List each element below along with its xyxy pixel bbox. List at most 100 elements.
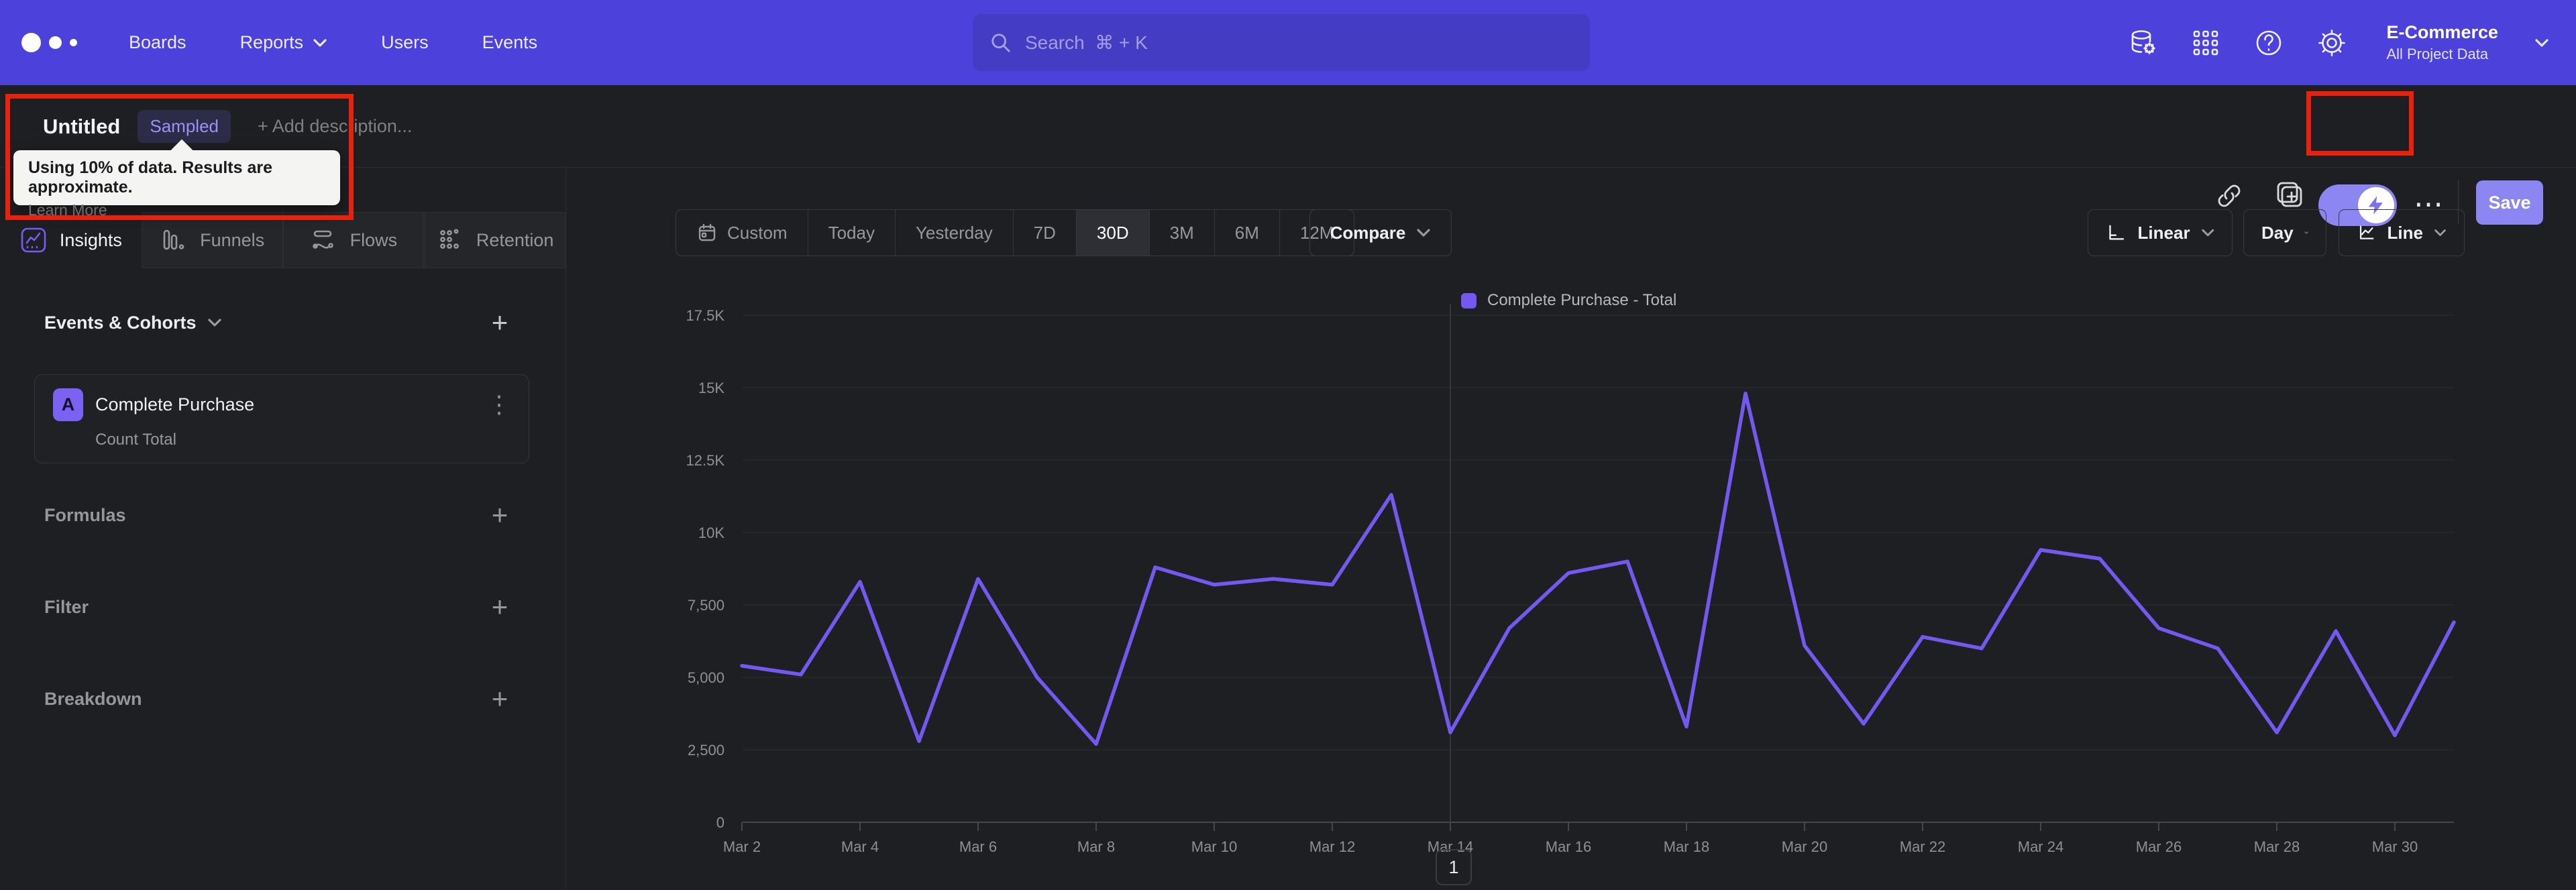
chevron-down-icon <box>2434 229 2446 236</box>
apps-grid-icon[interactable] <box>2190 27 2221 58</box>
nav-item-events[interactable]: Events <box>482 32 538 53</box>
range-custom[interactable]: Custom <box>676 210 808 256</box>
svg-text:Mar 12: Mar 12 <box>1309 838 1355 855</box>
add-description[interactable]: + Add description... <box>258 116 412 137</box>
top-nav: Boards Reports Users Events Search ⌘ + K… <box>0 0 2576 85</box>
svg-text:5,000: 5,000 <box>688 669 724 686</box>
chevron-down-icon[interactable] <box>207 318 222 327</box>
tab-flows[interactable]: Flows <box>282 212 425 268</box>
sampled-badge[interactable]: Sampled <box>138 110 231 143</box>
kebab-menu-icon[interactable]: ⋮ <box>487 391 511 418</box>
svg-text:12.5K: 12.5K <box>686 452 725 469</box>
project-scope: All Project Data <box>2386 46 2489 62</box>
data-management-icon[interactable] <box>2127 27 2158 58</box>
svg-text:Mar 20: Mar 20 <box>1782 838 1827 855</box>
chart-type-selector[interactable]: Line <box>2339 209 2465 256</box>
breakdown-section: Breakdown + <box>0 678 566 720</box>
chevron-down-icon <box>2304 231 2308 234</box>
tab-label: Retention <box>476 229 554 250</box>
range-yesterday[interactable]: Yesterday <box>896 210 1014 256</box>
retention-icon <box>439 229 459 249</box>
tab-label: Funnels <box>200 229 265 250</box>
add-breakdown-button[interactable]: + <box>484 683 515 714</box>
tab-retention[interactable]: Retention <box>424 212 566 268</box>
search-input[interactable] <box>1024 32 1572 54</box>
range-3m[interactable]: 3M <box>1150 210 1215 256</box>
svg-text:Mar 2: Mar 2 <box>723 838 761 855</box>
tooltip-message: Using 10% of data. Results are approxima… <box>28 158 273 197</box>
range-7d[interactable]: 7D <box>1014 210 1077 256</box>
svg-text:Mar 26: Mar 26 <box>2136 838 2182 855</box>
tooltip-learn-more-link[interactable]: Learn More <box>28 201 325 219</box>
svg-text:7,500: 7,500 <box>688 597 724 614</box>
nav-item-reports[interactable]: Reports <box>240 32 328 53</box>
nav-right-cluster: E-Commerce All Project Data <box>2127 0 2549 85</box>
interval-selector[interactable]: Day <box>2243 209 2326 256</box>
svg-text:Mar 28: Mar 28 <box>2254 838 2300 855</box>
svg-text:2,500: 2,500 <box>688 742 724 759</box>
copy-link-icon[interactable] <box>2214 180 2245 211</box>
report-title[interactable]: Untitled <box>43 115 120 139</box>
tab-label: Flows <box>350 229 398 250</box>
event-metric[interactable]: Count Total <box>95 431 176 449</box>
event-row-complete-purchase[interactable]: A Complete Purchase Count Total ⋮ <box>34 374 529 463</box>
add-formula-button[interactable]: + <box>484 499 515 531</box>
flows-icon <box>312 230 333 249</box>
calendar-icon <box>698 223 716 241</box>
mixpanel-logo-icon[interactable] <box>21 33 95 52</box>
range-30d[interactable]: 30D <box>1076 210 1150 256</box>
line-chart-icon <box>2359 225 2374 239</box>
global-search[interactable] <box>973 14 1590 71</box>
insights-chart-icon <box>21 227 46 253</box>
funnels-icon <box>163 229 184 250</box>
svg-text:Mar 6: Mar 6 <box>959 838 997 855</box>
svg-text:Mar 24: Mar 24 <box>2018 838 2063 855</box>
report-type-tabs: Insights Funnels Flows Retention <box>0 212 566 268</box>
svg-text:17.5K: 17.5K <box>686 307 725 324</box>
svg-text:15K: 15K <box>698 380 724 396</box>
svg-text:Mar 22: Mar 22 <box>1900 838 1945 855</box>
filter-section: Filter + <box>0 586 566 628</box>
chevron-down-icon <box>313 38 327 47</box>
chart-legend[interactable]: Complete Purchase - Total <box>1461 291 1676 310</box>
chevron-down-icon <box>1417 229 1430 237</box>
settings-gear-icon[interactable] <box>2316 27 2347 58</box>
range-6m[interactable]: 6M <box>1215 210 1280 256</box>
events-cohorts-header: Events & Cohorts + <box>0 302 566 343</box>
svg-text:Mar 16: Mar 16 <box>1546 838 1591 855</box>
report-header-bar: Untitled Sampled + Add description... ⋯ … <box>0 85 2576 226</box>
pagination-page-1[interactable]: 1 <box>1436 849 1472 885</box>
tab-label: Insights <box>59 229 122 250</box>
sampling-tooltip: Using 10% of data. Results are approxima… <box>13 150 340 219</box>
formulas-label: Formulas <box>44 504 126 525</box>
date-range-control: Custom Today Yesterday 7D 30D 3M 6M 12M <box>676 209 1355 256</box>
compare-button[interactable]: Compare <box>1309 209 1452 256</box>
svg-text:Mar 8: Mar 8 <box>1077 838 1115 855</box>
help-icon[interactable] <box>2253 27 2284 58</box>
axis-scale-icon <box>2109 225 2125 240</box>
nav-item-boards[interactable]: Boards <box>129 32 186 53</box>
svg-text:10K: 10K <box>698 524 724 541</box>
search-icon <box>991 33 1010 52</box>
tab-funnels[interactable]: Funnels <box>141 212 283 268</box>
formulas-section: Formulas + <box>0 494 566 536</box>
svg-text:Mar 10: Mar 10 <box>1191 838 1237 855</box>
series-letter-badge: A <box>53 388 83 421</box>
add-to-board-icon[interactable] <box>2274 180 2305 211</box>
project-switcher[interactable]: E-Commerce All Project Data <box>2386 22 2498 63</box>
filter-label: Filter <box>44 596 89 617</box>
svg-text:Mar 4: Mar 4 <box>841 838 879 855</box>
project-name: E-Commerce <box>2386 22 2498 42</box>
range-today[interactable]: Today <box>808 210 896 256</box>
save-button[interactable]: Save <box>2476 180 2543 225</box>
nav-item-users[interactable]: Users <box>381 32 429 53</box>
events-cohorts-label[interactable]: Events & Cohorts <box>44 313 197 333</box>
add-event-button[interactable]: + <box>484 307 515 338</box>
event-name[interactable]: Complete Purchase <box>95 394 254 415</box>
scale-selector[interactable]: Linear <box>2088 209 2233 256</box>
tab-insights[interactable]: Insights <box>0 212 142 268</box>
svg-text:Mar 30: Mar 30 <box>2372 838 2418 855</box>
nav-links: Boards Reports Users Events <box>129 32 537 53</box>
add-filter-button[interactable]: + <box>484 591 515 622</box>
chevron-down-icon <box>2201 229 2214 237</box>
